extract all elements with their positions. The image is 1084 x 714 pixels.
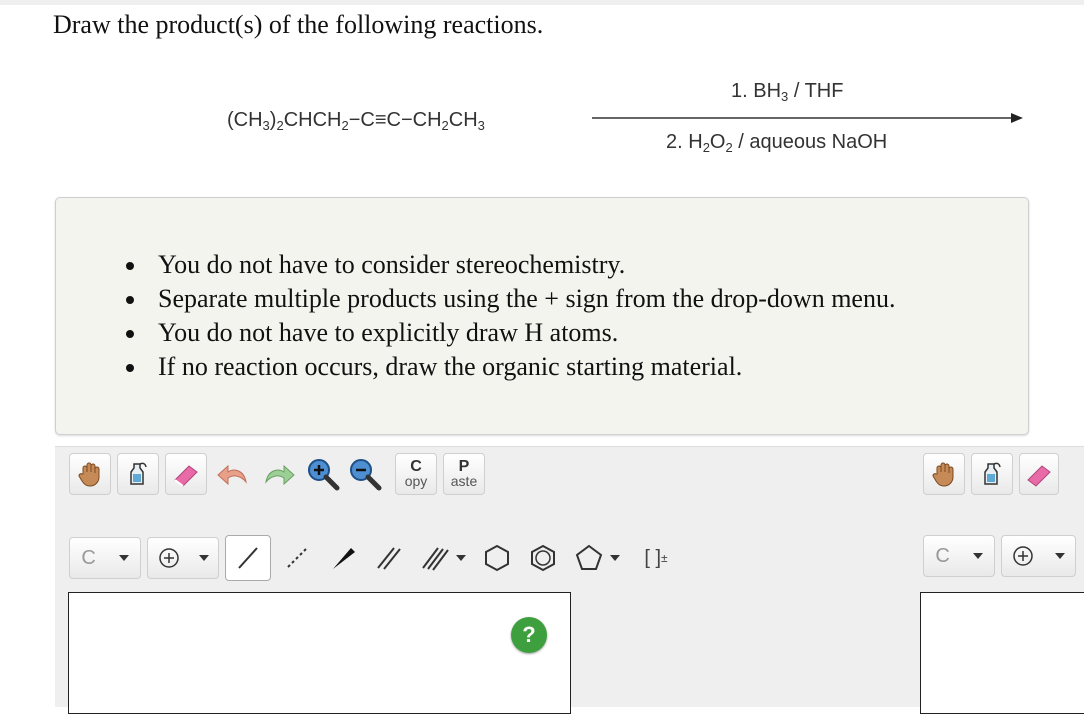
double-bond-icon (377, 547, 401, 570)
question-title: Draw the product(s) of the following rea… (53, 10, 544, 39)
eraser-button[interactable] (1019, 453, 1059, 495)
chevron-down-icon (610, 555, 620, 561)
hand-icon (932, 462, 954, 487)
paste-label: aste (450, 473, 478, 489)
single-bond-icon (238, 547, 258, 569)
hand-tool-button[interactable] (923, 453, 965, 495)
instruction-item: You do not have to explicitly draw H ato… (126, 316, 895, 350)
double-bond-tool[interactable] (369, 537, 409, 579)
benzene-icon (531, 544, 555, 572)
arrowhead (1011, 113, 1023, 123)
paste-button[interactable]: P aste (443, 453, 485, 495)
editor-top-toolbar: C opy P aste (69, 453, 485, 495)
bottle-icon (984, 462, 1001, 485)
zoom-out-icon (350, 459, 382, 491)
single-bond-tool[interactable] (225, 535, 271, 581)
pentagon-icon (575, 544, 603, 570)
product-drawing-canvas[interactable] (920, 592, 1084, 714)
zoom-out-button[interactable] (347, 453, 383, 495)
help-button[interactable]: ? (511, 617, 547, 653)
instructions-panel: You do not have to consider stereochemis… (55, 197, 1029, 435)
clear-button[interactable] (971, 453, 1013, 495)
bracket-tool[interactable]: [ ] ± (631, 537, 681, 579)
instructions-list: You do not have to consider stereochemis… (126, 248, 895, 384)
chevron-down-icon (1054, 553, 1065, 559)
instruction-item: You do not have to consider stereochemis… (126, 248, 895, 282)
eraser-button[interactable] (165, 453, 207, 495)
atom-dropdown[interactable]: C (923, 535, 995, 577)
wedge-bond-tool[interactable] (323, 537, 363, 579)
plus-circle-icon (158, 548, 179, 568)
reactant-formula: (CH3)2CHCH2−C≡C−CH2CH3 (227, 109, 485, 133)
hexagon-icon (485, 544, 509, 572)
chevron-down-icon (118, 555, 129, 561)
hand-icon (78, 462, 100, 487)
clear-button[interactable] (117, 453, 159, 495)
triple-bond-tool[interactable] (415, 537, 471, 579)
redo-button[interactable] (259, 453, 299, 495)
charge-dropdown[interactable] (147, 537, 219, 579)
plus-circle-icon (1013, 546, 1033, 566)
instruction-item: Separate multiple products using the + s… (126, 282, 895, 316)
chevron-down-icon (198, 555, 209, 561)
ring-benzene-tool[interactable] (523, 537, 563, 579)
top-bar (0, 0, 1084, 5)
atom-label: C (935, 544, 950, 567)
hashed-bond-tool[interactable] (277, 537, 317, 579)
drawing-canvas[interactable] (68, 592, 571, 714)
ring-cyclohexane-tool[interactable] (477, 537, 517, 579)
copy-letter: C (410, 458, 422, 475)
undo-icon (217, 464, 247, 486)
zoom-in-button[interactable] (305, 453, 341, 495)
editor-bottom-toolbar: C [] ± (69, 535, 681, 581)
bracket-charge: ± (661, 551, 668, 565)
product-editor-bottom-toolbar: C (923, 535, 1076, 577)
eraser-icon (174, 465, 198, 487)
paste-letter: P (458, 458, 470, 475)
reaction-arrow (592, 117, 1012, 119)
wedge-bond-icon (333, 548, 355, 569)
charge-dropdown[interactable] (1001, 535, 1076, 577)
copy-button[interactable]: C opy (395, 453, 437, 495)
hand-tool-button[interactable] (69, 453, 111, 495)
eraser-icon (1027, 465, 1051, 487)
copy-label: opy (404, 473, 428, 489)
zoom-in-icon (308, 459, 340, 491)
undo-button[interactable] (213, 453, 253, 495)
ring-pentagon-tool[interactable] (569, 537, 625, 579)
atom-label: C (81, 546, 96, 569)
reagent-step-2: 2. H2O2 / aqueous NaOH (666, 131, 888, 155)
reagent-step-1: 1. BH3 / THF (731, 80, 844, 104)
atom-dropdown[interactable]: C (69, 537, 141, 579)
chevron-down-icon (456, 555, 466, 561)
instruction-item: If no reaction occurs, draw the organic … (126, 350, 895, 384)
bottle-icon (130, 462, 147, 485)
chevron-down-icon (972, 553, 983, 559)
hashed-bond-icon (287, 548, 307, 568)
redo-icon (265, 464, 295, 486)
product-editor-top-toolbar (923, 453, 1059, 495)
bracket-label: [ ] (644, 546, 662, 569)
triple-bond-icon (422, 547, 449, 571)
